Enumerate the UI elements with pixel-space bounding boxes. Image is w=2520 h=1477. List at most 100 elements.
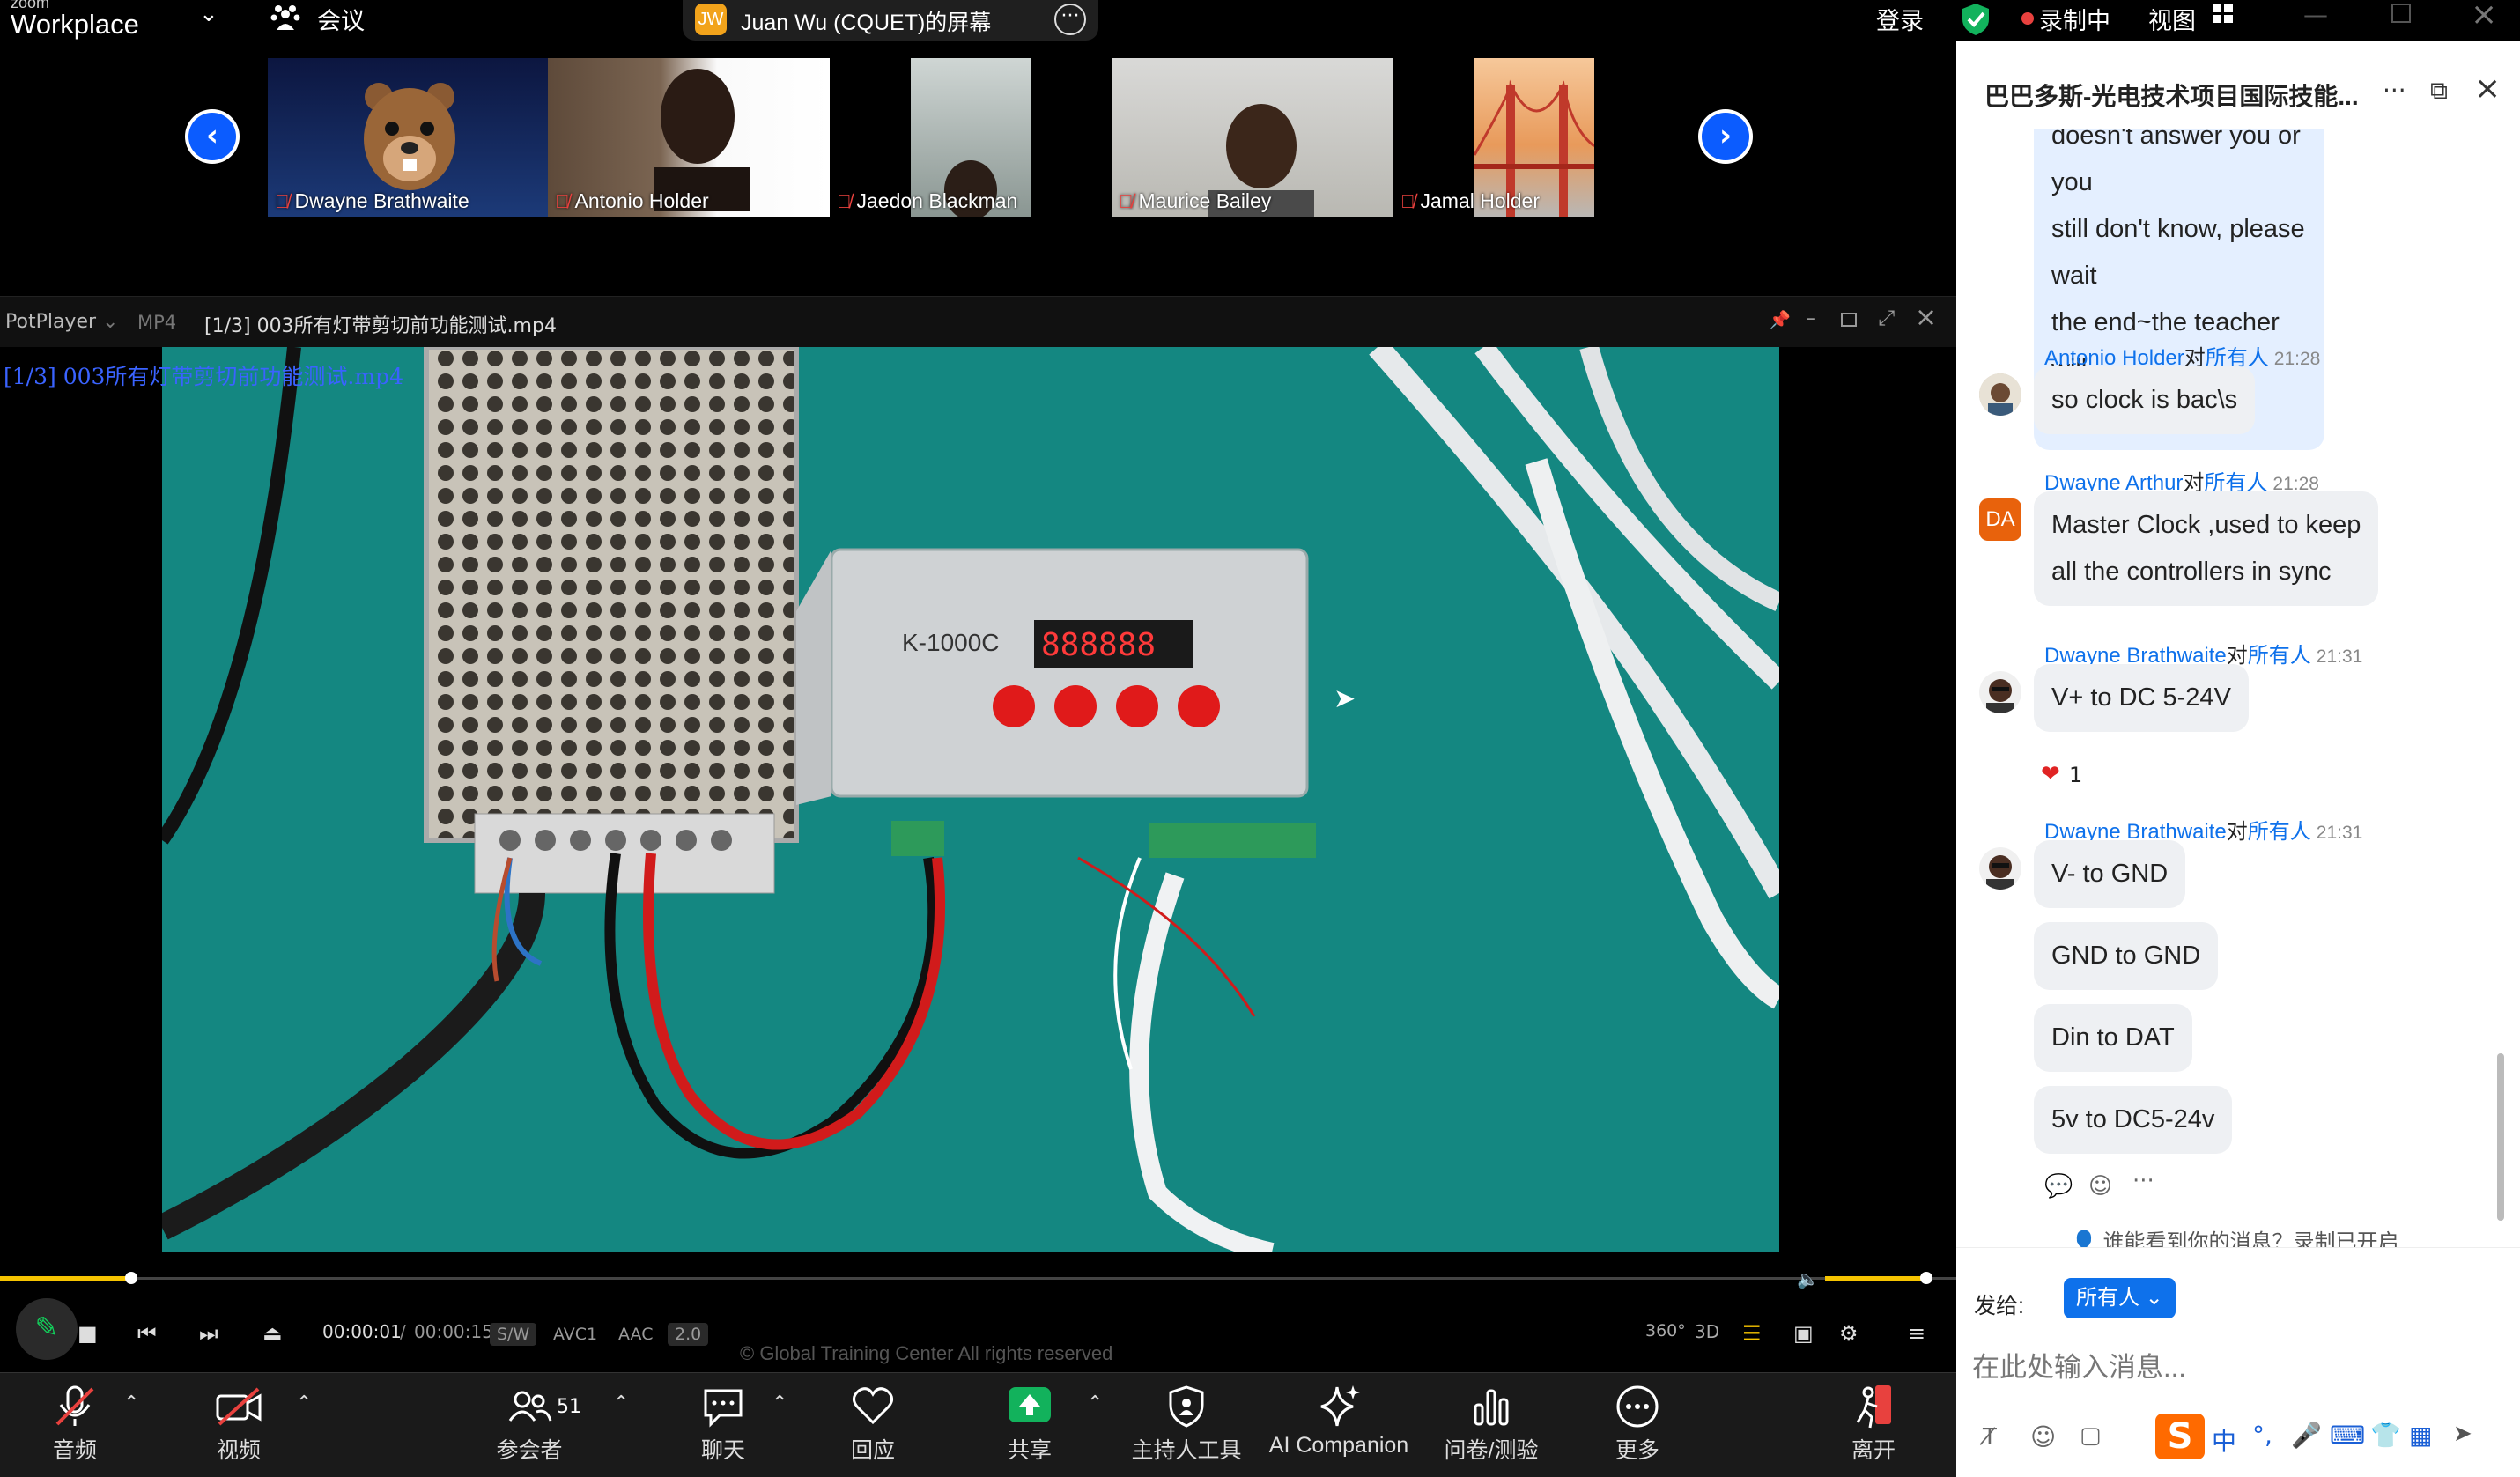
chat-options-caret[interactable]: ⌃ bbox=[772, 1392, 787, 1414]
360-button[interactable]: 360° bbox=[1645, 1321, 1686, 1340]
host-tools-button[interactable]: 主持人工具 bbox=[1120, 1382, 1253, 1465]
mic-muted-icon: 🎙̸ bbox=[1400, 189, 1415, 212]
ime-mic-icon[interactable]: 🎤 bbox=[2291, 1421, 2322, 1450]
participants-options-caret[interactable]: ⌃ bbox=[613, 1392, 629, 1414]
more-button[interactable]: 更多 bbox=[1571, 1382, 1703, 1465]
login-link[interactable]: 登录 bbox=[1876, 2, 1924, 36]
leave-button[interactable]: 离开 bbox=[1807, 1382, 1940, 1465]
view-label[interactable]: 视图 bbox=[2148, 2, 2196, 36]
tag-sw[interactable]: S/W bbox=[490, 1323, 537, 1346]
eject-icon[interactable]: ⏏ bbox=[262, 1321, 283, 1346]
menu-icon[interactable]: ≡ bbox=[1908, 1321, 1925, 1346]
seek-handle[interactable] bbox=[125, 1272, 137, 1284]
share-status-pill[interactable]: JW Juan Wu (CQUET)的屏幕 ··· bbox=[683, 0, 1098, 41]
share-options-caret[interactable]: ⌃ bbox=[1087, 1392, 1103, 1414]
player-app-name[interactable]: PotPlayer ⌄ bbox=[5, 311, 118, 333]
add-reaction-icon[interactable]: ☺ bbox=[2088, 1173, 2112, 1200]
chat-messages[interactable]: doesn't answer you or you still don't kn… bbox=[1956, 129, 2520, 1247]
ime-logo-icon[interactable]: S bbox=[2155, 1414, 2205, 1459]
gallery-prev-button[interactable]: ‹ bbox=[185, 109, 240, 164]
reply-icon[interactable]: 💬 bbox=[2044, 1173, 2073, 1200]
fullscreen-icon[interactable]: ⤢ bbox=[1878, 306, 1895, 330]
participant-tile[interactable]: 🎙̸ Jamal Holder bbox=[1393, 58, 1675, 217]
avatar-initials[interactable]: DA bbox=[1979, 498, 2021, 541]
chat-scrollbar[interactable] bbox=[2497, 1053, 2504, 1221]
polls-button[interactable]: 问卷/测验 bbox=[1425, 1382, 1557, 1465]
next-icon[interactable]: ⏭ bbox=[199, 1321, 218, 1346]
audio-button[interactable]: 音频 bbox=[9, 1382, 141, 1465]
seek-bar[interactable]: 🔈 bbox=[0, 1265, 1956, 1291]
send-icon[interactable]: ➤ bbox=[2453, 1421, 2472, 1447]
share-button[interactable]: 共享 bbox=[964, 1382, 1096, 1465]
emoji-icon[interactable]: ☺ bbox=[2030, 1422, 2056, 1451]
close-chat-icon[interactable]: × bbox=[2474, 70, 2501, 107]
avatar[interactable] bbox=[1979, 847, 2021, 890]
video-options-caret[interactable]: ⌃ bbox=[296, 1392, 312, 1414]
react-button[interactable]: 回应 bbox=[807, 1382, 939, 1465]
ime-punctuation-icon[interactable]: °, bbox=[2252, 1421, 2272, 1450]
recording-label[interactable]: 录制中 bbox=[2039, 2, 2110, 36]
recipient-select[interactable]: 所有人 ⌄ bbox=[2064, 1278, 2176, 1318]
minimize-icon[interactable]: — bbox=[2303, 0, 2328, 29]
time-total: 00:00:15 bbox=[414, 1321, 493, 1342]
top-bar-right: 录制中 视图 — × bbox=[1956, 0, 2520, 41]
participant-tile[interactable]: 🎙̸ Jaedon Blackman bbox=[830, 58, 1112, 217]
settings-icon[interactable]: ⚙ bbox=[1839, 1321, 1859, 1346]
pin-icon[interactable]: 📌 bbox=[1769, 309, 1791, 330]
avatar-beaver bbox=[364, 83, 455, 190]
ai-companion-button[interactable]: AI Companion bbox=[1251, 1382, 1427, 1459]
screen-icon[interactable]: ▣ bbox=[1793, 1321, 1814, 1346]
chat-button[interactable]: 聊天 bbox=[657, 1382, 789, 1465]
gallery-next-button[interactable]: › bbox=[1698, 109, 1753, 164]
participants-button[interactable]: 参会者 bbox=[463, 1382, 595, 1465]
popout-icon[interactable]: ⧉ bbox=[2430, 76, 2448, 106]
participants-count: 51 bbox=[557, 1396, 581, 1418]
tag-channels[interactable]: 2.0 bbox=[668, 1323, 709, 1346]
volume-handle[interactable] bbox=[1920, 1272, 1932, 1284]
sharer-avatar: JW bbox=[695, 4, 727, 35]
video-button[interactable]: 视频 bbox=[173, 1382, 305, 1465]
chevron-down-icon[interactable]: ⌄ bbox=[199, 0, 218, 27]
video-watermark: © Global Training Center All rights rese… bbox=[740, 1342, 1113, 1364]
maximize-icon[interactable] bbox=[1841, 313, 1857, 327]
close-window-icon[interactable]: × bbox=[2471, 0, 2497, 33]
video-frame[interactable]: K-1000C 888888 ➤ bbox=[162, 347, 1779, 1252]
more-icon[interactable]: ··· bbox=[1054, 4, 1086, 35]
avatar[interactable] bbox=[1979, 373, 2021, 416]
file-icon[interactable]: ▢ bbox=[2080, 1422, 2102, 1449]
annotate-button[interactable]: ✎ bbox=[16, 1298, 78, 1360]
meetings-icon[interactable] bbox=[270, 2, 301, 40]
tag-aac[interactable]: AAC bbox=[611, 1323, 660, 1346]
tag-avc1[interactable]: AVC1 bbox=[546, 1323, 604, 1346]
chat-message: Din to DAT bbox=[2034, 1004, 2192, 1072]
participant-name: 🎙̸ Dwayne Brathwaite bbox=[275, 189, 469, 212]
ime-skin-icon[interactable]: 👕 bbox=[2370, 1421, 2401, 1450]
player-osd: [1/3] 003所有灯带剪切前功能测试.mp4 bbox=[4, 364, 403, 389]
close-player-icon[interactable]: × bbox=[1915, 302, 1937, 333]
format-icon[interactable]: T̸ bbox=[1983, 1424, 1997, 1451]
grid-icon[interactable] bbox=[2212, 4, 2235, 28]
previous-icon[interactable]: ⏮ bbox=[137, 1321, 157, 1346]
volume-icon[interactable]: 🔈 bbox=[1797, 1268, 1819, 1289]
shield-check-icon[interactable] bbox=[1960, 2, 1992, 41]
more-options-icon[interactable]: ··· bbox=[2383, 76, 2406, 105]
restore-icon[interactable] bbox=[2391, 4, 2411, 23]
ime-chinese-icon[interactable]: 中 bbox=[2212, 1422, 2236, 1458]
ime-keyboard-icon[interactable]: ⌨ bbox=[2330, 1421, 2365, 1450]
3d-button[interactable]: 3D bbox=[1695, 1321, 1719, 1342]
stop-icon[interactable]: ■ bbox=[78, 1321, 98, 1346]
avatar[interactable] bbox=[1979, 671, 2021, 713]
seek-track bbox=[0, 1277, 1956, 1280]
message-input[interactable]: 在此处输入消息... bbox=[1972, 1345, 2186, 1385]
minimize-icon[interactable]: – bbox=[1806, 306, 1816, 330]
participant-tile[interactable]: 🎙̸ Antonio Holder bbox=[548, 58, 830, 217]
heart-reaction-icon[interactable]: ❤ bbox=[2041, 761, 2060, 787]
meetings-label[interactable]: 会议 bbox=[317, 2, 365, 36]
ime-apps-icon[interactable]: ▦ bbox=[2409, 1421, 2432, 1450]
participant-tile[interactable]: 🎙̸ Maurice Bailey bbox=[1112, 58, 1393, 217]
playlist-search-icon[interactable]: ☰ bbox=[1742, 1321, 1762, 1346]
message-more-icon[interactable]: ··· bbox=[2132, 1168, 2154, 1194]
audio-options-caret[interactable]: ⌃ bbox=[123, 1392, 139, 1414]
participant-tile[interactable]: 🎙̸ Dwayne Brathwaite bbox=[268, 58, 548, 217]
player-titlebar: PotPlayer ⌄ MP4 [1/3] 003所有灯带剪切前功能测试.mp4… bbox=[0, 296, 1956, 347]
